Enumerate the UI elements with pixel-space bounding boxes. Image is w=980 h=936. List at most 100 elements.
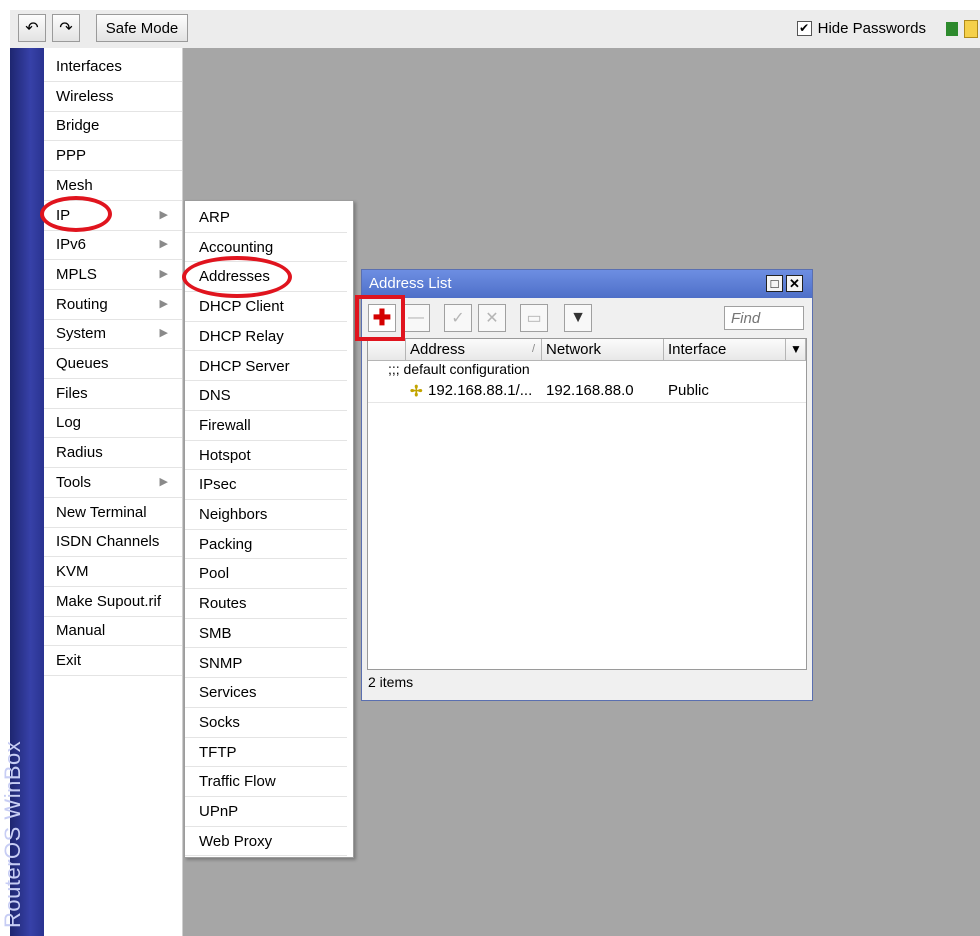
disable-button[interactable]: ✕ bbox=[478, 304, 506, 332]
menu-item-label: PPP bbox=[56, 147, 87, 165]
menu-item-tools[interactable]: Tools ▶ bbox=[44, 468, 182, 498]
menu-item-ppp[interactable]: PPP bbox=[44, 141, 182, 172]
menu-item-log[interactable]: Log bbox=[44, 408, 182, 439]
menu-item-label: Log bbox=[56, 414, 82, 432]
submenu-item-tftp[interactable]: TFTP bbox=[185, 738, 347, 768]
submenu-item-ipsec[interactable]: IPsec bbox=[185, 470, 347, 500]
submenu-item-neighbors[interactable]: Neighbors bbox=[185, 500, 347, 530]
submenu-item-traffic-flow[interactable]: Traffic Flow bbox=[185, 767, 347, 797]
item-count: 2 items bbox=[368, 674, 414, 690]
menu-item-manual[interactable]: Manual bbox=[44, 616, 182, 647]
columns-dropdown[interactable]: ▼ bbox=[786, 339, 806, 361]
menu-item-label: Radius bbox=[56, 444, 103, 462]
submenu-item-snmp[interactable]: SNMP bbox=[185, 649, 347, 679]
menu-item-new-terminal[interactable]: New Terminal bbox=[44, 498, 182, 528]
menu-item-label: KVM bbox=[56, 562, 89, 580]
safe-mode-button[interactable]: Safe Mode bbox=[96, 14, 188, 42]
highlight-ip-circle bbox=[40, 196, 112, 232]
menu-item-label: ISDN Channels bbox=[56, 533, 160, 551]
menu-item-system[interactable]: System ▶ bbox=[44, 319, 182, 350]
connection-status-icon bbox=[946, 22, 958, 36]
main-menu: Interfaces Wireless Bridge PPP Mesh IP ▶ IPv6 ▶ M… bbox=[44, 48, 183, 936]
menu-item-label: Queues bbox=[56, 355, 109, 372]
column-header-interface[interactable]: Interface bbox=[664, 339, 786, 361]
column-label-address: Address bbox=[410, 341, 466, 358]
redo-button[interactable]: ↷ bbox=[52, 14, 80, 42]
menu-item-queues[interactable]: Queues bbox=[44, 349, 182, 379]
redo-icon: ↷ bbox=[59, 20, 73, 37]
cross-icon: ✕ bbox=[485, 310, 499, 327]
submenu-item-firewall[interactable]: Firewall bbox=[185, 411, 347, 441]
enable-button[interactable]: ✓ bbox=[444, 304, 472, 332]
menu-item-label: MPLS bbox=[56, 265, 97, 283]
window-title[interactable]: Address List bbox=[362, 270, 812, 298]
filter-button[interactable]: ▼ bbox=[564, 304, 592, 332]
submenu-item-packing[interactable]: Packing bbox=[185, 530, 347, 560]
cell-interface: Public bbox=[668, 382, 709, 399]
submenu-item-upnp[interactable]: UPnP bbox=[185, 797, 347, 827]
menu-item-files[interactable]: Files bbox=[44, 379, 182, 409]
table-row[interactable]: ✢ 192.168.88.1/... 192.168.88.0 Public bbox=[368, 380, 806, 403]
menu-item-label: Wireless bbox=[56, 87, 114, 105]
comment-button[interactable]: ▭ bbox=[520, 304, 548, 332]
menu-item-exit[interactable]: Exit bbox=[44, 646, 182, 676]
chevron-down-icon: ▼ bbox=[790, 342, 802, 356]
submenu-item-dhcp-relay[interactable]: DHCP Relay bbox=[185, 322, 347, 352]
menu-item-label: Bridge bbox=[56, 117, 100, 135]
menu-item-label: IPv6 bbox=[56, 236, 87, 254]
submenu-item-socks[interactable]: Socks bbox=[185, 708, 347, 738]
check-icon: ✓ bbox=[451, 310, 465, 327]
maximize-button[interactable]: □ bbox=[766, 275, 783, 292]
submenu-item-routes[interactable]: Routes bbox=[185, 589, 347, 619]
highlight-addresses-circle bbox=[182, 256, 292, 298]
menu-item-mpls[interactable]: MPLS ▶ bbox=[44, 260, 182, 290]
hide-passwords-checkbox[interactable]: ✔ bbox=[796, 21, 812, 36]
submenu-item-hotspot[interactable]: Hotspot bbox=[185, 441, 347, 471]
menu-item-ipv6[interactable]: IPv6 ▶ bbox=[44, 230, 182, 261]
submenu-item-dhcp-server[interactable]: DHCP Server bbox=[185, 352, 347, 382]
brand-label: RouterOS WinBox bbox=[0, 740, 25, 928]
submenu-item-smb[interactable]: SMB bbox=[185, 619, 347, 649]
menu-item-wireless[interactable]: Wireless bbox=[44, 82, 182, 112]
remove-button[interactable]: — bbox=[402, 304, 430, 332]
address-list-window: Address List □ ✕ ✚ — ✓ ✕ ▭ ▼ Address / N… bbox=[361, 269, 813, 701]
submenu-arrow-icon: ▶ bbox=[159, 238, 168, 251]
menu-item-kvm[interactable]: KVM bbox=[44, 557, 182, 587]
submenu-item-dns[interactable]: DNS bbox=[185, 381, 347, 411]
submenu-item-arp[interactable]: ARP bbox=[185, 203, 347, 233]
close-button[interactable]: ✕ bbox=[786, 275, 803, 292]
menu-item-label: Routing bbox=[56, 295, 108, 313]
menu-item-label: Files bbox=[56, 384, 88, 402]
menu-item-radius[interactable]: Radius bbox=[44, 438, 182, 469]
lock-icon bbox=[964, 20, 978, 38]
filter-icon: ▼ bbox=[570, 309, 586, 326]
dynamic-address-icon: ✢ bbox=[410, 383, 423, 400]
menu-item-label: Manual bbox=[56, 622, 106, 640]
minus-icon: — bbox=[408, 309, 424, 326]
menu-item-isdn-channels[interactable]: ISDN Channels bbox=[44, 527, 182, 558]
column-header-network[interactable]: Network bbox=[542, 339, 664, 361]
menu-item-routing[interactable]: Routing ▶ bbox=[44, 290, 182, 320]
ip-submenu: ARP Accounting Addresses DHCP Client DHCP Re… bbox=[184, 200, 354, 858]
submenu-item-web-proxy[interactable]: Web Proxy bbox=[185, 827, 347, 857]
menu-item-label: Interfaces bbox=[56, 58, 122, 75]
undo-button[interactable]: ↶ bbox=[18, 14, 46, 42]
menu-item-label: Mesh bbox=[56, 176, 93, 194]
submenu-arrow-icon: ▶ bbox=[159, 297, 168, 310]
submenu-item-dhcp-client[interactable]: DHCP Client bbox=[185, 292, 347, 322]
top-toolbar: ↶ ↷ Safe Mode ✔ Hide Passwords bbox=[10, 10, 980, 49]
menu-item-bridge[interactable]: Bridge bbox=[44, 111, 182, 142]
submenu-arrow-icon: ▶ bbox=[159, 208, 168, 221]
menu-item-make-supout-rif[interactable]: Make Supout.rif bbox=[44, 587, 182, 617]
hide-passwords-option[interactable]: ✔ Hide Passwords bbox=[796, 20, 926, 37]
submenu-item-services[interactable]: Services bbox=[185, 678, 347, 708]
submenu-item-pool[interactable]: Pool bbox=[185, 559, 347, 590]
menu-item-label: Tools bbox=[56, 473, 92, 491]
comment-icon: ▭ bbox=[526, 310, 542, 327]
menu-item-interfaces[interactable]: Interfaces bbox=[44, 52, 182, 82]
find-input[interactable] bbox=[724, 306, 804, 330]
column-header-address[interactable]: Address / bbox=[406, 339, 542, 361]
submenu-arrow-icon: ▶ bbox=[159, 475, 168, 488]
menu-item-label: System bbox=[56, 325, 107, 343]
cell-network: 192.168.88.0 bbox=[546, 382, 634, 399]
